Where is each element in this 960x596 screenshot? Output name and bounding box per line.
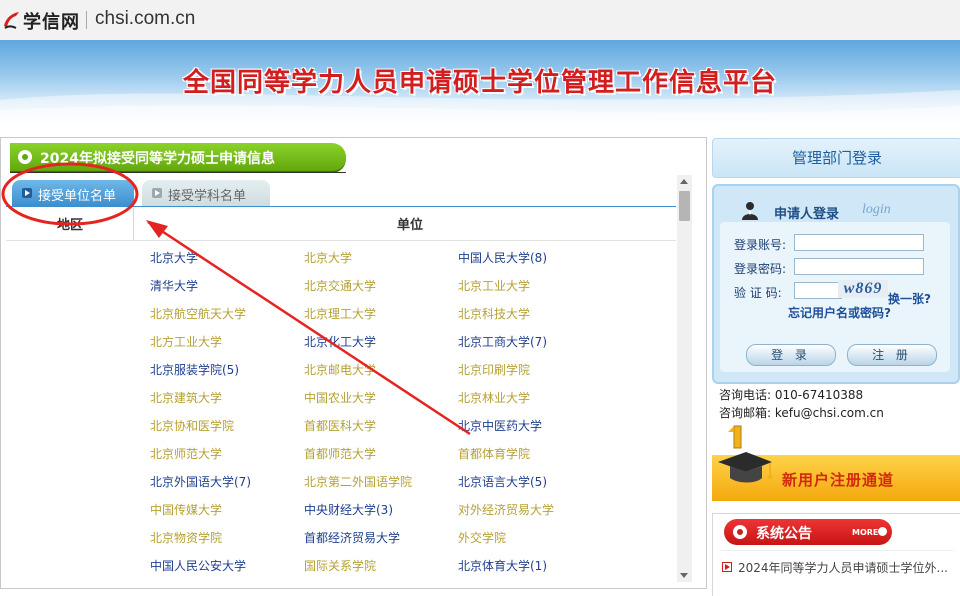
column-divider — [133, 208, 134, 240]
management-login-button[interactable]: 管理部门登录 — [712, 138, 960, 178]
section-title: 2024年拟接受同等学力硕士申请信息 — [40, 151, 275, 167]
circle-bullet-icon — [733, 525, 747, 539]
header-rule — [6, 240, 676, 241]
institution-link[interactable]: 中国人民大学(8) — [458, 249, 547, 266]
notice-header: 系统公告 MORE — [724, 519, 892, 545]
institution-link[interactable]: 北京中医药大学 — [458, 417, 542, 434]
tab-underline — [6, 206, 676, 207]
institution-link[interactable]: 北京化工大学 — [304, 333, 376, 350]
captcha-input[interactable] — [794, 282, 842, 299]
column-header-institution: 单位 — [397, 218, 424, 233]
page-title: 全国同等学力人员申请硕士学位管理工作信息平台 — [182, 68, 777, 98]
institution-link[interactable]: 首都经济贸易大学 — [304, 529, 400, 546]
institution-link[interactable]: 北京林业大学 — [458, 389, 530, 406]
register-button[interactable]: 注 册 — [847, 344, 937, 366]
institution-link[interactable]: 北京物资学院 — [150, 529, 222, 546]
institution-link[interactable]: 北京第二外国语学院 — [304, 473, 412, 490]
graduation-cap-icon — [718, 425, 773, 483]
list-scrollbar[interactable] — [677, 175, 692, 582]
tab-accepting-institutions[interactable]: 接受单位名单 — [12, 180, 134, 206]
password-input[interactable] — [794, 258, 924, 275]
register-banner-text: 新用户注册通道 — [782, 471, 895, 489]
institution-link[interactable]: 北京工业大学 — [458, 277, 530, 294]
header-banner: 全国同等学力人员申请硕士学位管理工作信息平台 — [0, 40, 960, 122]
institution-link[interactable]: 清华大学 — [150, 277, 198, 294]
scrollbar-thumb[interactable] — [679, 191, 690, 221]
logo-separator — [86, 11, 87, 29]
logo-text[interactable]: 学信网 — [23, 8, 80, 34]
institution-link[interactable]: 北京协和医学院 — [150, 417, 234, 434]
institution-link[interactable]: 对外经济贸易大学 — [458, 501, 554, 518]
institution-link[interactable]: 首都师范大学 — [304, 445, 376, 462]
user-avatar-icon — [742, 202, 758, 220]
institution-link[interactable]: 国际关系学院 — [304, 557, 376, 574]
institution-link[interactable]: 北京工商大学(7) — [458, 333, 547, 350]
contact-phone: 咨询电话: 010-67410388 — [719, 388, 864, 402]
play-arrow-icon — [22, 188, 32, 198]
notice-more-link[interactable]: MORE — [852, 528, 878, 537]
tab-label: 接受单位名单 — [38, 189, 117, 204]
top-brand-bar: 学信网 chsi.com.cn — [0, 0, 960, 40]
institution-link[interactable]: 北京服装学院(5) — [150, 361, 239, 378]
more-arrow-icon[interactable] — [878, 527, 887, 536]
institution-link[interactable]: 北京大学 — [304, 249, 352, 266]
play-arrow-icon — [152, 188, 162, 198]
applicant-login-box: 申请人登录 login 登录账号: 登录密码: 验 证 码: w869 换一张?… — [712, 184, 960, 384]
institution-link[interactable]: 首都体育学院 — [458, 445, 530, 462]
scroll-up-arrow-icon[interactable] — [680, 179, 688, 184]
password-label: 登录密码: — [734, 262, 787, 276]
institution-link[interactable]: 北京建筑大学 — [150, 389, 222, 406]
contact-email[interactable]: 咨询邮箱: kefu@chsi.com.cn — [719, 404, 884, 421]
institution-link[interactable]: 北京体育大学(1) — [458, 557, 547, 574]
institution-link[interactable]: 外交学院 — [458, 529, 506, 546]
institution-link[interactable]: 北京邮电大学 — [304, 361, 376, 378]
forgot-credentials-link[interactable]: 忘记用户名或密码? — [788, 304, 891, 321]
notice-title: 系统公告 — [756, 526, 812, 542]
refresh-captcha-link[interactable]: 换一张? — [888, 290, 931, 307]
institution-link[interactable]: 中国传媒大学 — [150, 501, 222, 518]
column-header-region: 地区 — [57, 218, 84, 233]
institution-link[interactable]: 北京印刷学院 — [458, 361, 530, 378]
tab-label: 接受学科名单 — [168, 189, 247, 204]
xuexin-logo-icon — [4, 12, 19, 29]
institution-link[interactable]: 北京大学 — [150, 249, 198, 266]
institution-link[interactable]: 北京航空航天大学 — [150, 305, 246, 322]
institution-link[interactable]: 北京交通大学 — [304, 277, 376, 294]
notice-bullet-icon — [722, 562, 732, 572]
institution-link[interactable]: 中央财经大学(3) — [304, 501, 393, 518]
institution-link[interactable]: 中国农业大学 — [304, 389, 376, 406]
institution-link[interactable]: 北京科技大学 — [458, 305, 530, 322]
scroll-down-arrow-icon[interactable] — [680, 573, 688, 578]
account-label: 登录账号: — [734, 238, 787, 252]
institution-link[interactable]: 北京理工大学 — [304, 305, 376, 322]
logo-domain[interactable]: chsi.com.cn — [95, 8, 195, 30]
login-title: 申请人登录 — [774, 207, 840, 222]
institution-link[interactable]: 中国人民公安大学 — [150, 557, 246, 574]
section-underline — [10, 172, 346, 173]
account-input[interactable] — [794, 234, 924, 251]
captcha-label: 验 证 码: — [734, 286, 782, 300]
circle-bullet-icon — [18, 150, 32, 164]
institution-link[interactable]: 北京语言大学(5) — [458, 473, 547, 490]
system-notice-box: 系统公告 MORE 2024年同等学力人员申请硕士学位外... — [712, 513, 960, 596]
tab-accepting-disciplines[interactable]: 接受学科名单 — [142, 180, 270, 206]
notice-item[interactable]: 2024年同等学力人员申请硕士学位外... — [738, 559, 950, 576]
captcha-image[interactable]: w869 — [838, 280, 888, 298]
institution-link[interactable]: 北京师范大学 — [150, 445, 222, 462]
login-subtitle: login — [862, 202, 891, 217]
institution-link[interactable]: 北方工业大学 — [150, 333, 222, 350]
section-header: 2024年拟接受同等学力硕士申请信息 — [10, 143, 346, 173]
login-button[interactable]: 登 录 — [746, 344, 836, 366]
institution-link[interactable]: 首都医科大学 — [304, 417, 376, 434]
notice-rule — [721, 550, 953, 551]
institution-link[interactable]: 北京外国语大学(7) — [150, 473, 251, 490]
